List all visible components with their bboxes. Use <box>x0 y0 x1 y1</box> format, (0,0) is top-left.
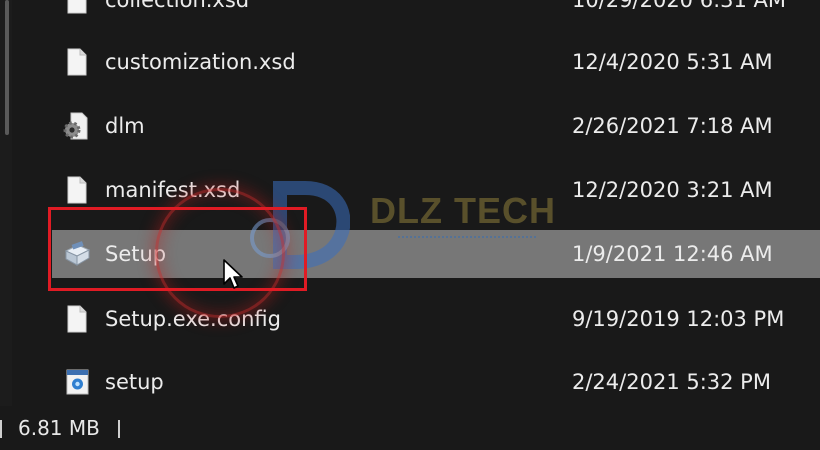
file-date-modified: 12/4/2020 5:31 AM <box>572 50 773 74</box>
vertical-scrollbar[interactable] <box>0 0 12 406</box>
file-date-modified: 2/26/2021 7:18 AM <box>572 114 773 138</box>
file-date-modified: 2/24/2021 5:32 PM <box>572 370 771 394</box>
file-date-modified: 9/19/2019 12:03 PM <box>572 307 785 331</box>
document-icon <box>67 176 87 204</box>
file-row-collection-xsd[interactable]: collection.xsd 10/29/2020 6:31 AM <box>52 0 820 24</box>
file-row-customization-xsd[interactable]: customization.xsd 12/4/2020 5:31 AM <box>52 38 820 86</box>
file-name: collection.xsd <box>105 0 250 12</box>
file-date-modified: 1/9/2021 12:46 AM <box>572 242 773 266</box>
file-name: dlm <box>105 114 145 138</box>
file-row-setup-exe-config[interactable]: Setup.exe.config 9/19/2019 12:03 PM <box>52 295 820 343</box>
watermark-text: DLZ TECH <box>370 190 556 231</box>
watermark-tagline <box>398 236 536 241</box>
file-name: setup <box>105 370 164 394</box>
mouse-pointer-icon <box>223 259 243 289</box>
status-bar: 6.81 MB <box>0 406 820 450</box>
file-list: collection.xsd 10/29/2020 6:31 AM custom… <box>0 0 820 406</box>
status-divider <box>118 420 120 438</box>
file-row-setup-exe[interactable]: setup 2/24/2021 5:32 PM <box>52 358 820 406</box>
system-file-gear-icon <box>63 112 88 140</box>
status-divider <box>0 420 2 438</box>
file-date-modified: 10/29/2020 6:31 AM <box>572 0 787 12</box>
file-name: customization.xsd <box>105 50 296 74</box>
document-icon <box>67 305 87 333</box>
document-icon <box>67 48 87 76</box>
setup-exe-icon <box>66 369 89 395</box>
file-date-modified: 12/2/2020 3:21 AM <box>572 178 773 202</box>
file-row-dlm[interactable]: dlm 2/26/2021 7:18 AM <box>52 102 820 150</box>
document-icon <box>67 0 87 14</box>
scrollbar-thumb[interactable] <box>5 0 9 135</box>
annotation-highlight-box <box>48 207 307 291</box>
selected-size-label: 6.81 MB <box>18 416 100 440</box>
